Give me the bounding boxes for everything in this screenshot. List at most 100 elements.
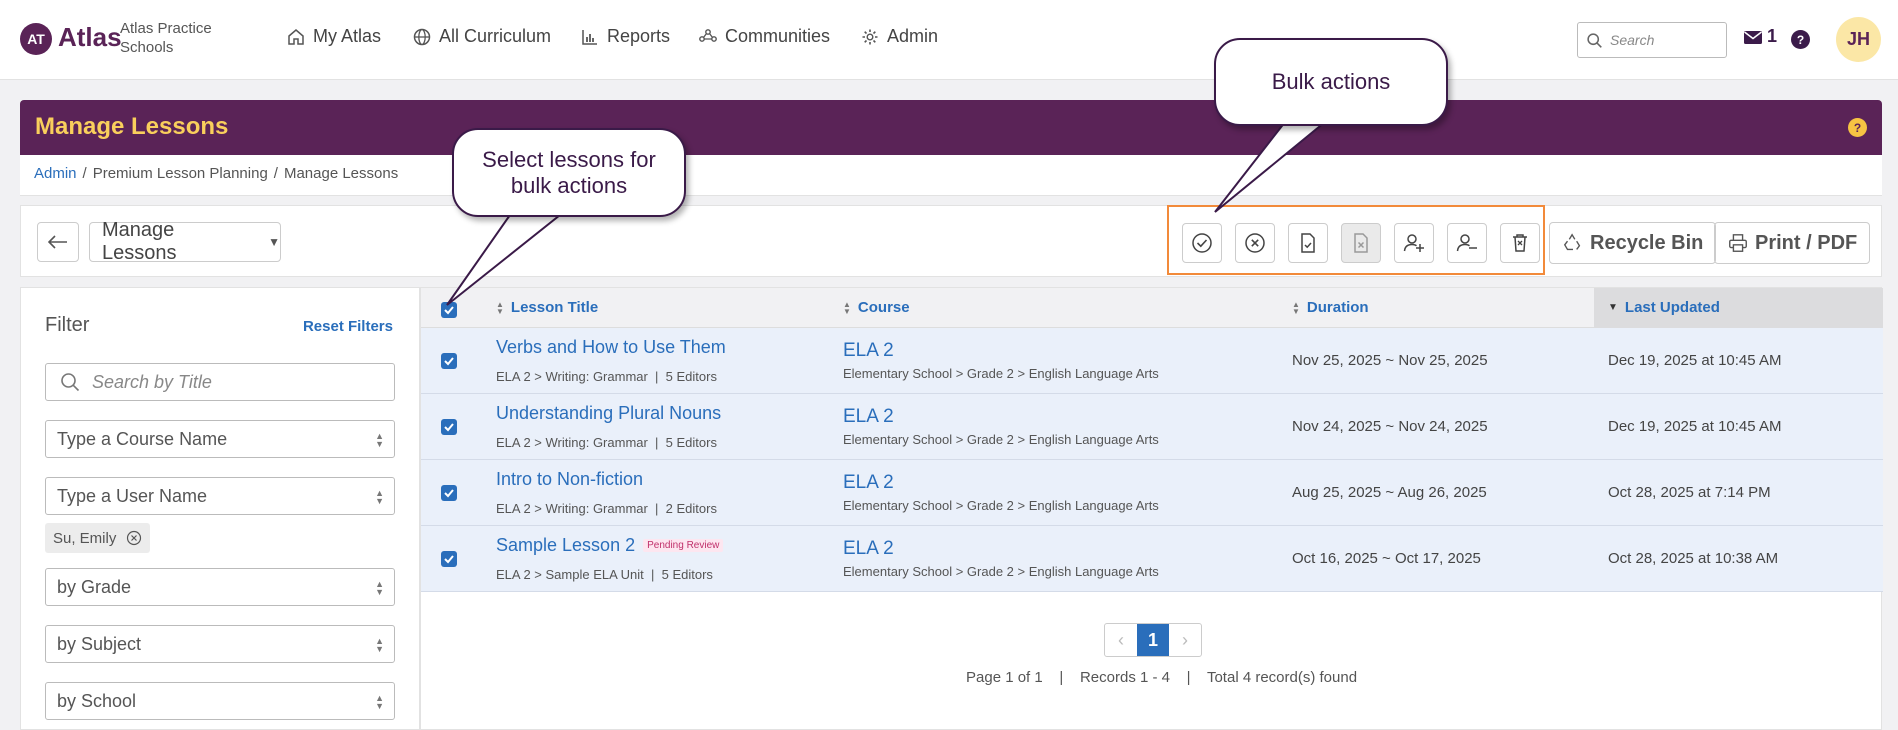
back-button[interactable] bbox=[37, 222, 79, 262]
reset-filters-link[interactable]: Reset Filters bbox=[303, 318, 393, 335]
row-checkbox[interactable] bbox=[441, 551, 457, 567]
lessons-table: ▲ ▼ Lesson Title ▲ ▼ Course ▲ ▼ Duration ▼ … bbox=[420, 287, 1883, 730]
global-search-input[interactable]: Search bbox=[1577, 22, 1727, 58]
search-icon bbox=[1587, 32, 1602, 48]
breadcrumb-separator: / bbox=[82, 165, 87, 182]
header-last-updated[interactable]: ▼ Last Updated bbox=[1608, 299, 1720, 316]
table-row[interactable]: Sample Lesson 2 Pending Review ELA 2 > S… bbox=[421, 526, 1883, 592]
prev-page-button[interactable]: ‹ bbox=[1105, 624, 1137, 656]
nav-reports[interactable]: Reports bbox=[580, 26, 670, 47]
row-checkbox[interactable] bbox=[441, 485, 457, 501]
print-pdf-button[interactable]: Print / PDF bbox=[1714, 222, 1871, 264]
sort-icon: ▲ ▼ bbox=[1292, 299, 1300, 316]
lesson-title-link[interactable]: Understanding Plural Nouns bbox=[496, 403, 721, 424]
lesson-title-link[interactable]: Verbs and How to Use Them bbox=[496, 337, 726, 358]
lesson-meta: ELA 2 > Writing: Grammar | 5 Editors bbox=[496, 369, 717, 384]
grade-select[interactable]: by Grade ▲ ▼ bbox=[45, 568, 395, 606]
nav-my-atlas[interactable]: My Atlas bbox=[286, 26, 381, 47]
header-lesson-title-label: Lesson Title bbox=[510, 299, 599, 316]
nav-all-curriculum-label: All Curriculum bbox=[439, 26, 552, 46]
globe-icon bbox=[413, 28, 431, 45]
mail-count: 1 bbox=[1767, 26, 1778, 46]
course-path: Elementary School > Grade 2 > English La… bbox=[843, 498, 1159, 513]
course-link[interactable]: ELA 2 bbox=[843, 340, 894, 362]
user-name-select[interactable]: Type a User Name ▲ ▼ bbox=[45, 477, 395, 515]
remove-chip-icon[interactable] bbox=[126, 530, 142, 546]
table-row[interactable]: Understanding Plural Nouns ELA 2 > Writi… bbox=[421, 394, 1883, 460]
table-row[interactable]: Verbs and How to Use Them ELA 2 > Writin… bbox=[421, 328, 1883, 394]
recycle-bin-label: Recycle Bin bbox=[1590, 231, 1704, 254]
course-path: Elementary School > Grade 2 > English La… bbox=[843, 366, 1159, 381]
home-icon bbox=[288, 28, 304, 45]
checkmark-icon bbox=[444, 489, 454, 498]
course-name-select[interactable]: Type a Course Name ▲ ▼ bbox=[45, 420, 395, 458]
page-header: Manage Lessons ? bbox=[20, 100, 1882, 155]
duration: Nov 25, 2025 ~ Nov 25, 2025 bbox=[1292, 352, 1488, 369]
bulk-actions-callout: Bulk actions bbox=[1214, 38, 1448, 126]
nav-communities[interactable]: Communities bbox=[698, 26, 830, 47]
printer-icon bbox=[1729, 234, 1747, 252]
updown-icon: ▲ ▼ bbox=[375, 488, 384, 506]
course-link[interactable]: ELA 2 bbox=[843, 406, 894, 428]
lesson-title-text: Intro to Non-fiction bbox=[496, 469, 644, 489]
status-badge: Pending Review bbox=[643, 539, 724, 552]
chevron-down-icon: ▼ bbox=[268, 235, 280, 249]
last-updated: Oct 28, 2025 at 10:38 AM bbox=[1608, 550, 1779, 567]
pagination: ‹ 1 › bbox=[1104, 623, 1202, 657]
page-title: Manage Lessons bbox=[35, 113, 229, 140]
sort-desc-icon: ▼ bbox=[1608, 302, 1618, 313]
header-course[interactable]: ▲ ▼ Course bbox=[843, 299, 910, 316]
nav-admin[interactable]: Admin bbox=[860, 26, 938, 47]
next-page-button[interactable]: › bbox=[1169, 624, 1201, 656]
school-name: Atlas Practice Schools bbox=[120, 20, 212, 56]
checkmark-icon bbox=[444, 306, 454, 315]
header-lesson-title[interactable]: ▲ ▼ Lesson Title bbox=[496, 299, 598, 316]
course-link[interactable]: ELA 2 bbox=[843, 472, 894, 494]
lesson-meta: ELA 2 > Writing: Grammar | 5 Editors bbox=[496, 435, 717, 450]
header-last-updated-label: Last Updated bbox=[1624, 299, 1720, 316]
row-checkbox[interactable] bbox=[441, 419, 457, 435]
atlas-logo-icon[interactable]: AT bbox=[20, 23, 52, 55]
breadcrumb-premium-lesson-planning[interactable]: Premium Lesson Planning bbox=[93, 165, 268, 182]
lesson-title-link[interactable]: Intro to Non-fiction bbox=[496, 469, 643, 490]
mail-button[interactable]: 1 bbox=[1743, 26, 1777, 47]
nav-reports-label: Reports bbox=[607, 26, 671, 46]
table-row[interactable]: Intro to Non-fiction ELA 2 > Writing: Gr… bbox=[421, 460, 1883, 526]
checkmark-icon bbox=[444, 357, 454, 366]
bar-chart-icon bbox=[582, 29, 597, 45]
subject-select[interactable]: by Subject ▲ ▼ bbox=[45, 625, 395, 663]
avatar[interactable]: JH bbox=[1836, 17, 1881, 62]
last-updated: Oct 28, 2025 at 7:14 PM bbox=[1608, 484, 1771, 501]
page-help-icon[interactable]: ? bbox=[1848, 118, 1867, 137]
lesson-meta: ELA 2 > Sample ELA Unit | 5 Editors bbox=[496, 567, 713, 582]
gear-icon bbox=[862, 29, 878, 44]
page-1-button[interactable]: 1 bbox=[1137, 624, 1169, 656]
lesson-title-link[interactable]: Sample Lesson 2 Pending Review bbox=[496, 535, 724, 556]
atlas-logo-text[interactable]: Atlas bbox=[58, 22, 122, 53]
header-duration[interactable]: ▲ ▼ Duration bbox=[1292, 299, 1369, 316]
course-link[interactable]: ELA 2 bbox=[843, 538, 894, 560]
header-course-label: Course bbox=[857, 299, 910, 316]
search-icon bbox=[61, 373, 80, 392]
school-select[interactable]: by School ▲ ▼ bbox=[45, 682, 395, 720]
course-name-placeholder: Type a Course Name bbox=[57, 428, 228, 449]
row-checkbox[interactable] bbox=[441, 353, 457, 369]
breadcrumb-manage-lessons: Manage Lessons bbox=[283, 165, 399, 182]
subject-select-value: by Subject bbox=[57, 633, 142, 654]
breadcrumb-admin[interactable]: Admin bbox=[34, 165, 77, 182]
view-select[interactable]: Manage Lessons ▼ bbox=[89, 219, 281, 264]
checkmark-icon bbox=[444, 555, 454, 564]
title-search-input[interactable]: Search by Title bbox=[45, 363, 395, 401]
bulk-actions-highlight bbox=[1167, 205, 1545, 275]
select-all-checkbox[interactable] bbox=[441, 302, 457, 318]
help-icon[interactable]: ? bbox=[1791, 30, 1810, 49]
nav-admin-label: Admin bbox=[887, 26, 939, 46]
recycle-bin-button[interactable]: Recycle Bin bbox=[1549, 222, 1717, 264]
arrow-left-icon bbox=[48, 235, 67, 249]
sort-icon: ▲ ▼ bbox=[496, 299, 504, 316]
course-path: Elementary School > Grade 2 > English La… bbox=[843, 432, 1159, 447]
updown-icon: ▲ ▼ bbox=[375, 693, 384, 711]
header-duration-label: Duration bbox=[1306, 299, 1369, 316]
title-search-placeholder: Search by Title bbox=[92, 371, 212, 392]
nav-all-curriculum[interactable]: All Curriculum bbox=[412, 26, 551, 47]
